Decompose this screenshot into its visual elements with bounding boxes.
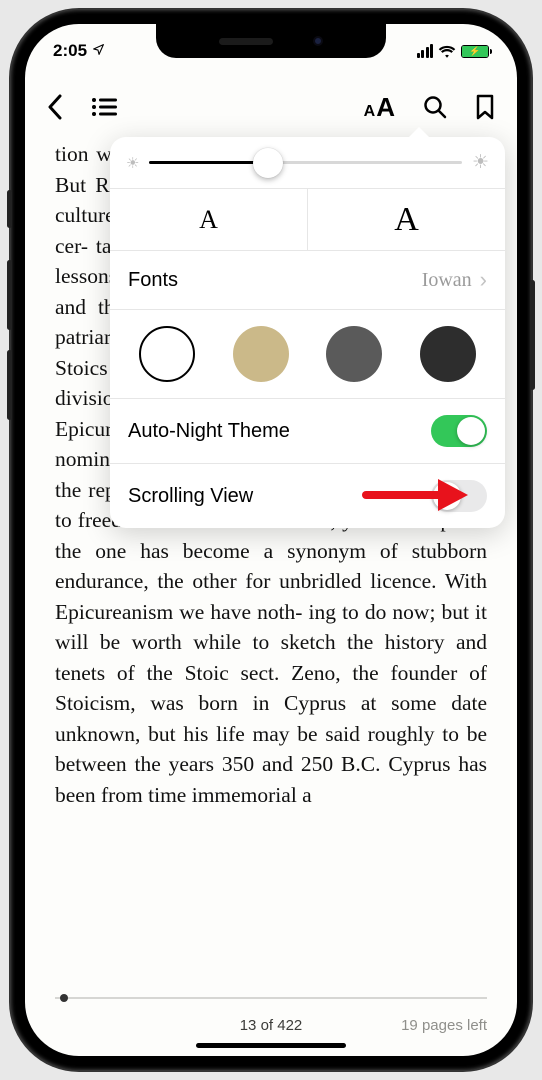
search-button[interactable] [423, 95, 447, 119]
fonts-value: Iowan [422, 269, 472, 292]
battery-icon: ⚡ [461, 45, 489, 58]
theme-gray[interactable] [326, 326, 382, 382]
reader-toolbar: AA [25, 79, 517, 134]
brightness-high-icon: ☀ [472, 151, 489, 174]
progress-thumb[interactable] [60, 994, 68, 1002]
theme-swatches [110, 310, 505, 399]
theme-black[interactable] [420, 326, 476, 382]
appearance-button[interactable]: AA [364, 94, 395, 120]
brightness-slider[interactable]: ☀ ☀ [110, 137, 505, 189]
theme-sepia[interactable] [233, 326, 289, 382]
progress-bar[interactable] [55, 997, 487, 999]
toc-button[interactable] [91, 97, 117, 117]
clock: 2:05 [53, 41, 87, 61]
slider-track[interactable] [149, 161, 462, 164]
fonts-label: Fonts [128, 269, 422, 292]
back-button[interactable] [47, 94, 63, 120]
scrolling-view-row: Scrolling View [110, 464, 505, 528]
font-increase-button[interactable]: A [308, 189, 505, 250]
page-count: 13 of 422 [240, 1017, 303, 1034]
home-indicator[interactable] [196, 1043, 346, 1048]
location-icon [92, 43, 105, 59]
pages-left: 19 pages left [401, 1017, 487, 1034]
auto-night-label: Auto-Night Theme [128, 420, 431, 443]
scrolling-view-label: Scrolling View [128, 485, 431, 508]
slider-thumb[interactable] [253, 148, 283, 178]
chevron-right-icon: › [480, 267, 487, 293]
wifi-icon [438, 44, 456, 58]
cellular-icon [417, 44, 434, 58]
theme-white[interactable] [139, 326, 195, 382]
bookmark-button[interactable] [475, 94, 495, 120]
scrolling-view-toggle[interactable] [431, 480, 487, 512]
brightness-low-icon: ☀ [126, 154, 139, 172]
auto-night-toggle[interactable] [431, 415, 487, 447]
appearance-popover: ☀ ☀ A A Fonts Iowan › A [110, 137, 505, 528]
fonts-row[interactable]: Fonts Iowan › [110, 251, 505, 310]
page-footer: 13 of 422 19 pages left [25, 997, 517, 1034]
auto-night-row: Auto-Night Theme [110, 399, 505, 464]
font-decrease-button[interactable]: A [110, 189, 308, 250]
